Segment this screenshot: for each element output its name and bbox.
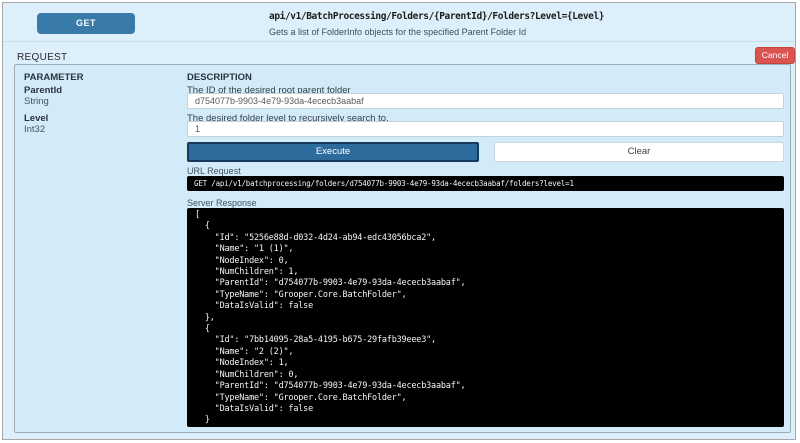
operation-summary: Gets a list of FolderInfo objects for th… <box>269 27 526 37</box>
url-request-value: GET /api/v1/batchprocessing/folders/d754… <box>187 176 784 191</box>
param-type-parentid: String <box>24 96 49 107</box>
parentid-input[interactable] <box>187 93 784 109</box>
param-name-parentid: ParentId <box>24 85 62 96</box>
parameter-column-header: PARAMETER <box>24 72 83 83</box>
request-form-panel: PARAMETER DESCRIPTION ParentId String Th… <box>14 64 791 433</box>
server-response-json: [ { "Id": "5256e88d-d032-4d24-ab94-edc43… <box>187 208 784 427</box>
clear-button[interactable]: Clear <box>494 142 784 162</box>
description-column-header: DESCRIPTION <box>187 72 252 83</box>
server-response-label: Server Response <box>187 198 257 208</box>
execute-button[interactable]: Execute <box>187 142 479 162</box>
operation-header: GET api/v1/BatchProcessing/Folders/{Pare… <box>3 3 795 42</box>
level-input[interactable] <box>187 121 784 137</box>
param-type-level: Int32 <box>24 124 45 135</box>
operation-path: api/v1/BatchProcessing/Folders/{ParentId… <box>269 11 604 22</box>
param-name-level: Level <box>24 113 48 124</box>
api-operation-panel: GET api/v1/BatchProcessing/Folders/{Pare… <box>2 2 796 440</box>
url-request-label: URL Request <box>187 166 241 176</box>
request-section-label: REQUEST <box>17 52 67 63</box>
server-response-console: [ { "Id": "5256e88d-d032-4d24-ab94-edc43… <box>187 208 784 427</box>
http-method-button[interactable]: GET <box>37 13 135 34</box>
cancel-button[interactable]: Cancel <box>755 47 795 64</box>
